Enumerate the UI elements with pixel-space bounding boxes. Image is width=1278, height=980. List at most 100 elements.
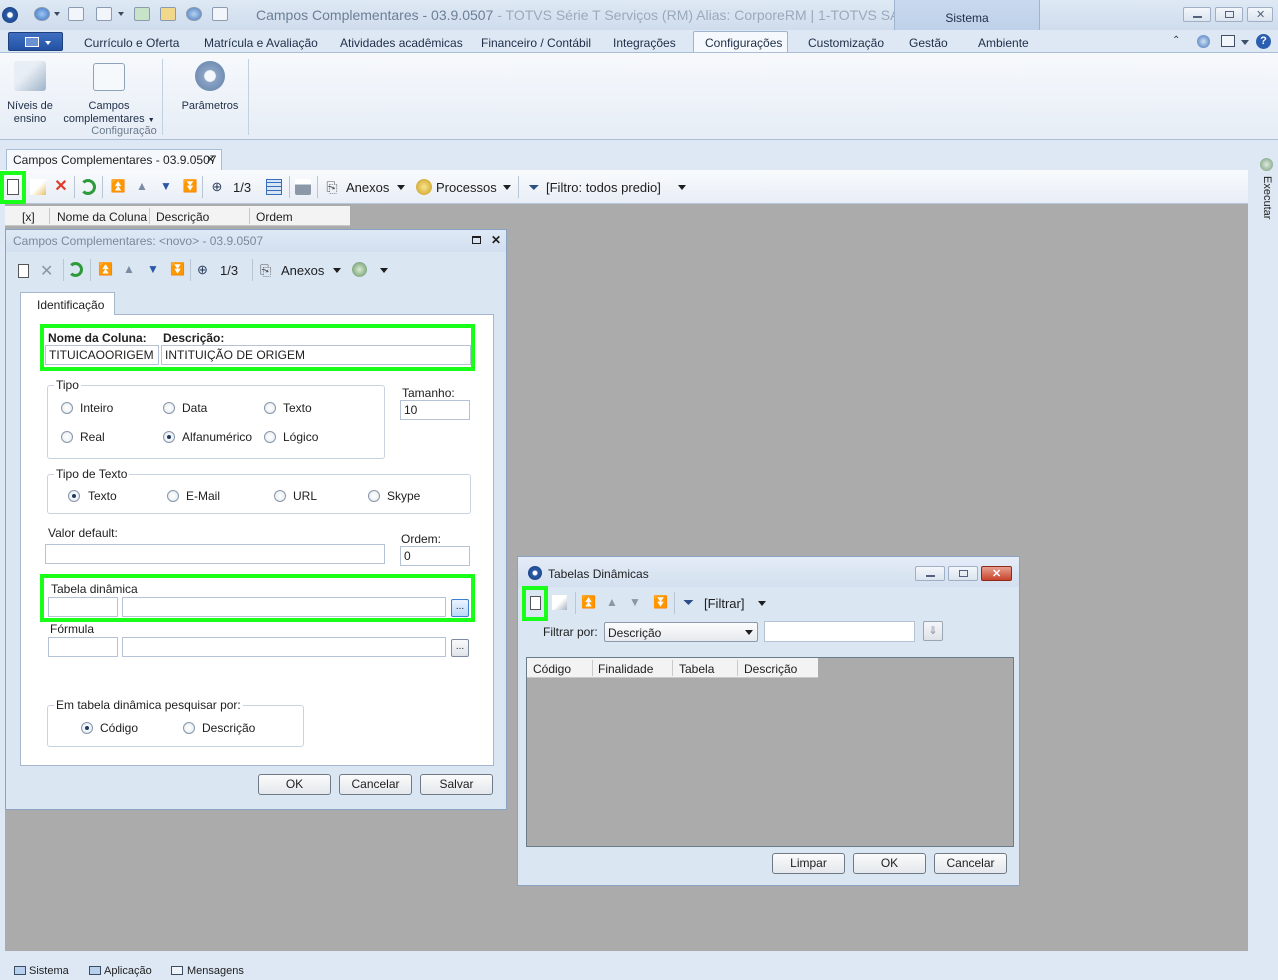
close-window-button[interactable]: ✕ (981, 566, 1012, 581)
help-globe-icon[interactable] (1197, 35, 1210, 48)
filter-icon[interactable]: ⏷ (526, 179, 542, 195)
radio-skype[interactable] (368, 490, 380, 502)
chevron-down-icon[interactable] (1241, 40, 1249, 45)
last-record-icon[interactable]: ⏬ (653, 595, 668, 609)
edit-record-icon[interactable] (552, 595, 567, 610)
last-record-icon[interactable]: ⏬ (170, 262, 185, 276)
parametros-button[interactable]: Parâmetros (174, 57, 246, 113)
first-record-icon[interactable]: ⏫ (98, 262, 113, 276)
radio-inteiro[interactable] (61, 402, 73, 414)
processos-menu[interactable]: Processos (436, 180, 497, 195)
anexos-menu[interactable]: Anexos (346, 180, 389, 195)
tab-matricula[interactable]: Matrícula e Avaliação (204, 36, 318, 50)
column-finalidade[interactable]: Finalidade (598, 662, 653, 676)
filtrar-por-select[interactable]: Descrição (604, 622, 758, 642)
anexos-menu[interactable]: Anexos (281, 263, 324, 278)
tab-gestao[interactable]: Gestão (909, 36, 948, 50)
document-tab[interactable]: Campos Complementares - 03.9.0507 ✕ (6, 149, 222, 170)
status-sistema[interactable]: Sistema (29, 965, 69, 977)
cancelar-button[interactable]: Cancelar (934, 853, 1007, 874)
paperclip-icon[interactable]: ⎘ (260, 262, 271, 279)
next-record-icon[interactable]: ▼ (147, 262, 159, 276)
quick-access-web-icon[interactable] (186, 7, 202, 21)
tab-curriculo[interactable]: Currículo e Oferta (84, 36, 179, 50)
column-tabela[interactable]: Tabela (679, 662, 714, 676)
delete-icon[interactable]: ✕ (40, 261, 53, 281)
minimize-ribbon-icon[interactable]: ⌃ (1172, 35, 1180, 46)
grid-view-icon[interactable] (266, 179, 282, 195)
next-record-icon[interactable]: ▼ (629, 595, 641, 609)
app-logo-icon[interactable] (2, 7, 18, 23)
radio-texto[interactable] (264, 402, 276, 414)
close-icon[interactable]: ✕ (491, 233, 501, 247)
filter-menu[interactable]: [Filtro: todos predio] (546, 180, 661, 195)
radio-logico[interactable] (264, 431, 276, 443)
previous-record-icon[interactable]: ▲ (606, 595, 618, 609)
cancelar-button[interactable]: Cancelar (339, 774, 412, 795)
previous-record-icon[interactable]: ▲ (123, 262, 135, 276)
binoculars-icon[interactable]: ⊕ (209, 179, 225, 195)
column-nome-coluna[interactable]: Nome da Coluna (57, 210, 147, 224)
filtrar-menu[interactable]: [Filtrar] (704, 596, 744, 611)
paperclip-icon[interactable]: ⎘ (324, 179, 340, 195)
chevron-down-icon[interactable] (380, 268, 388, 273)
radio-descricao[interactable] (183, 722, 195, 734)
filter-search-input[interactable] (764, 621, 915, 642)
app-menu-button[interactable] (8, 32, 63, 51)
status-aplicacao[interactable]: Aplicação (104, 965, 152, 977)
radio-alfanumerico[interactable] (163, 431, 175, 443)
chevron-down-icon[interactable] (118, 12, 124, 16)
radio-url[interactable] (274, 490, 286, 502)
tab-customizacao[interactable]: Customização (808, 36, 884, 50)
minimize-button[interactable] (1183, 7, 1211, 22)
tab-configuracoes[interactable]: Configurações (705, 36, 782, 50)
run-icon[interactable] (1260, 158, 1273, 171)
quick-access-copy-icon[interactable] (212, 7, 228, 21)
tab-ambiente[interactable]: Ambiente (978, 36, 1029, 50)
ok-button[interactable]: OK (853, 853, 926, 874)
formula-desc-field[interactable] (122, 637, 446, 657)
niveis-ensino-button[interactable]: Níveis de ensino (4, 57, 56, 125)
tab-atividades[interactable]: Atividades acadêmicas (340, 36, 463, 50)
ok-button[interactable]: OK (258, 774, 331, 795)
status-mensagens[interactable]: Mensagens (187, 965, 244, 977)
quick-access-tools-icon[interactable] (160, 7, 176, 21)
column-select[interactable]: [x] (22, 210, 35, 224)
executar-tab[interactable]: Executar (1261, 176, 1273, 219)
ordem-field[interactable]: 0 (400, 546, 470, 566)
restore-button[interactable] (948, 566, 978, 581)
help-icon[interactable]: ? (1256, 34, 1271, 49)
quick-access-window-icon[interactable] (96, 7, 112, 21)
tab-integracoes[interactable]: Integrações (613, 36, 676, 50)
globe-icon[interactable] (352, 262, 367, 277)
radio-data[interactable] (163, 402, 175, 414)
refresh-icon[interactable] (80, 179, 96, 195)
column-descricao[interactable]: Descrição (744, 662, 797, 676)
chevron-down-icon[interactable] (503, 185, 511, 190)
radio-email[interactable] (167, 490, 179, 502)
column-ordem[interactable]: Ordem (256, 210, 293, 224)
maximize-icon[interactable] (472, 236, 481, 244)
close-window-button[interactable]: ✕ (1247, 7, 1273, 22)
tab-identificacao[interactable]: Identificação (20, 292, 115, 315)
tamanho-field[interactable]: 10 (400, 400, 470, 420)
layout-icon[interactable] (1221, 35, 1235, 47)
new-record-icon[interactable] (18, 264, 29, 278)
delete-icon[interactable]: ✕ (53, 179, 69, 195)
formula-lookup-button[interactable]: ... (451, 639, 469, 657)
quick-access-run-icon[interactable] (134, 7, 150, 21)
last-record-icon[interactable]: ⏬ (182, 179, 198, 195)
filter-icon[interactable]: ⏷ (683, 594, 694, 611)
close-icon[interactable]: ✕ (206, 153, 215, 166)
radio-texto-texto[interactable] (68, 490, 80, 502)
radio-codigo[interactable] (81, 722, 93, 734)
first-record-icon[interactable]: ⏫ (581, 595, 596, 609)
campos-complementares-button[interactable]: Campos complementares ▼ (62, 57, 156, 125)
chevron-down-icon[interactable] (333, 268, 341, 273)
filter-search-button[interactable]: ⇓ (923, 621, 943, 641)
valor-default-field[interactable] (45, 544, 385, 564)
edit-record-icon[interactable] (30, 179, 46, 195)
next-record-icon[interactable]: ▼ (158, 179, 174, 195)
limpar-button[interactable]: Limpar (772, 853, 845, 874)
chevron-down-icon[interactable] (397, 185, 405, 190)
